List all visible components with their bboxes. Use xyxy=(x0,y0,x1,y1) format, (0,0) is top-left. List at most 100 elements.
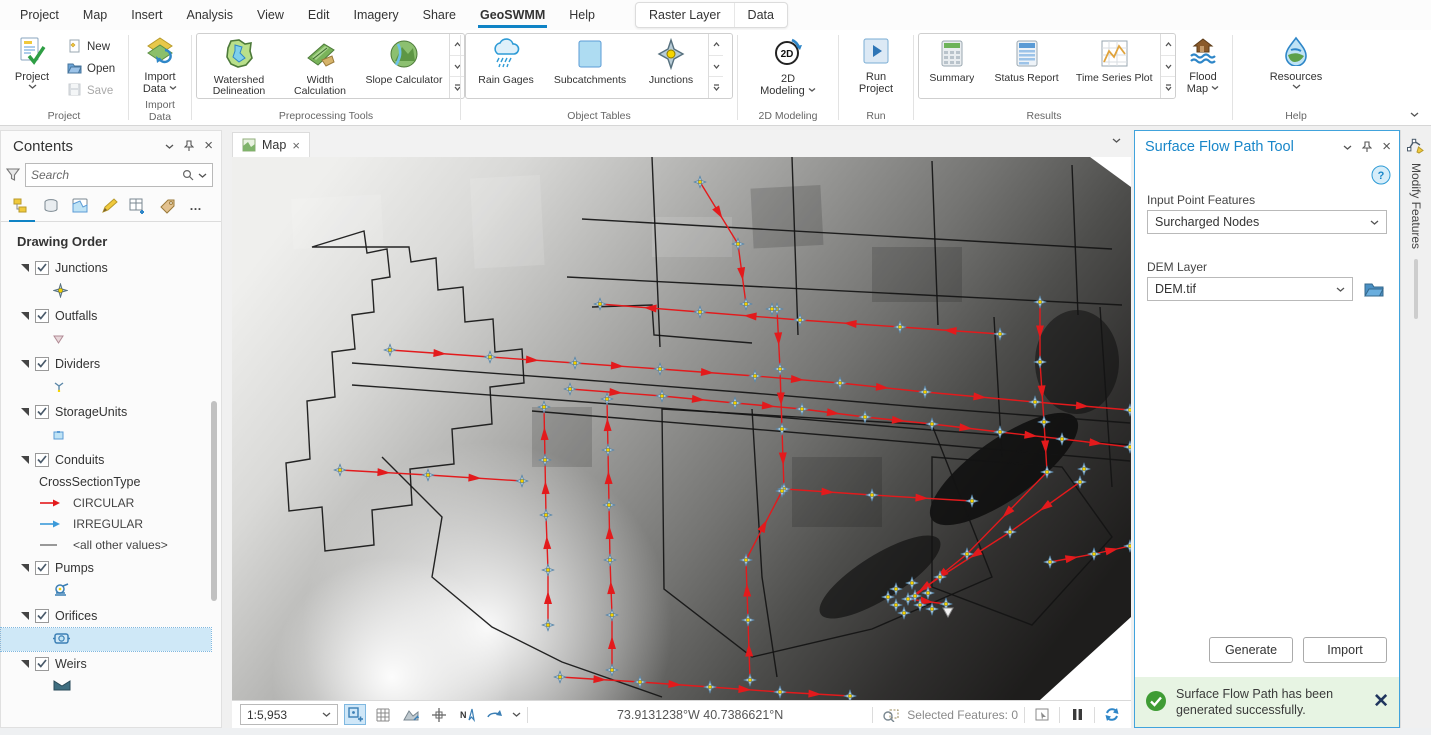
generate-button[interactable]: Generate xyxy=(1209,637,1293,663)
layer-checkbox[interactable] xyxy=(35,453,49,467)
import-data-button[interactable]: ImportData xyxy=(133,33,187,98)
gallery-up-button[interactable] xyxy=(709,34,723,56)
run-project-button[interactable]: RunProject xyxy=(848,33,904,98)
expander-icon[interactable] xyxy=(21,360,29,368)
rotate-tool[interactable] xyxy=(484,704,506,725)
layer-weirs[interactable]: Weirs xyxy=(1,651,221,676)
menu-analysis[interactable]: Analysis xyxy=(175,2,246,28)
snapping-toggle[interactable] xyxy=(344,704,366,725)
open-button[interactable]: Open xyxy=(62,58,120,80)
add-table-icon[interactable] xyxy=(127,196,149,216)
panel-menu-chevron-icon[interactable] xyxy=(165,143,174,150)
tab-data[interactable]: Data xyxy=(734,3,787,27)
legend-other-values[interactable]: <all other values> xyxy=(1,534,221,555)
layer-conduits[interactable]: Conduits xyxy=(1,447,221,472)
layer-pumps[interactable]: Pumps xyxy=(1,555,221,580)
edit-pencil-icon[interactable] xyxy=(98,196,120,216)
gallery-expand-button[interactable] xyxy=(709,77,723,98)
data-source-icon[interactable] xyxy=(40,196,62,216)
tab-raster-layer[interactable]: Raster Layer xyxy=(636,3,734,27)
search-input[interactable] xyxy=(31,168,178,182)
expander-icon[interactable] xyxy=(21,408,29,416)
status-report-button[interactable]: Status Report xyxy=(985,34,1069,98)
scale-selector[interactable]: 1:5,953 xyxy=(240,704,338,725)
legend-circular[interactable]: CIRCULAR xyxy=(1,492,221,513)
divider-symbol-icon[interactable] xyxy=(53,381,65,395)
label-tag-icon[interactable] xyxy=(156,196,178,216)
select-features-icon[interactable] xyxy=(879,704,901,725)
crosshair-icon[interactable] xyxy=(428,704,450,725)
pin-icon[interactable] xyxy=(1362,141,1372,153)
gallery-down-button[interactable] xyxy=(709,56,723,78)
panel-menu-chevron-icon[interactable] xyxy=(1343,144,1352,151)
gallery-down-button[interactable] xyxy=(1161,56,1175,78)
menu-view[interactable]: View xyxy=(245,2,296,28)
menu-edit[interactable]: Edit xyxy=(296,2,342,28)
outfall-symbol-icon[interactable] xyxy=(53,333,64,347)
modify-features-tab[interactable]: Modify Features xyxy=(1409,163,1423,249)
watershed-delineation-button[interactable]: Watershed Delineation xyxy=(197,34,281,98)
orifice-symbol-row-selected[interactable] xyxy=(1,628,211,651)
expander-icon[interactable] xyxy=(21,312,29,320)
expander-icon[interactable] xyxy=(21,660,29,668)
pause-drawing-button[interactable] xyxy=(1066,704,1088,725)
close-tab-icon[interactable]: × xyxy=(292,138,300,153)
summary-button[interactable]: Summary xyxy=(919,34,985,98)
layer-checkbox[interactable] xyxy=(35,657,49,671)
slope-calculator-button[interactable]: Slope Calculator xyxy=(359,34,449,98)
close-icon[interactable]: × xyxy=(1382,141,1391,153)
layer-checkbox[interactable] xyxy=(35,405,49,419)
list-by-drawing-order-icon[interactable] xyxy=(11,196,33,216)
time-series-plot-button[interactable]: Time Series Plot xyxy=(1068,34,1160,98)
contents-scrollbar[interactable] xyxy=(208,251,220,725)
menu-share[interactable]: Share xyxy=(411,2,468,28)
junction-symbol-icon[interactable] xyxy=(53,283,68,301)
layer-checkbox[interactable] xyxy=(35,561,49,575)
tab-list-chevron-icon[interactable] xyxy=(1112,137,1121,144)
layer-checkbox[interactable] xyxy=(35,609,49,623)
help-icon[interactable]: ? xyxy=(1371,165,1391,188)
dem-layer-select[interactable]: DEM.tif xyxy=(1147,277,1353,301)
new-button[interactable]: New xyxy=(62,36,120,58)
search-options-chevron-icon[interactable] xyxy=(198,172,207,179)
import-button[interactable]: Import xyxy=(1303,637,1387,663)
rain-gages-button[interactable]: Rain Gages xyxy=(466,34,546,98)
menu-geoswmm[interactable]: GeoSWMM xyxy=(468,2,557,28)
pump-symbol-icon[interactable] xyxy=(53,583,70,600)
elevation-surface-toggle[interactable] xyxy=(400,704,422,725)
menu-insert[interactable]: Insert xyxy=(119,2,174,28)
expander-icon[interactable] xyxy=(21,564,29,572)
grid-toggle[interactable] xyxy=(372,704,394,725)
notification-close-icon[interactable]: ✕ xyxy=(1373,693,1389,711)
junctions-button[interactable]: Junctions xyxy=(634,34,708,98)
project-button[interactable]: Project xyxy=(4,33,60,93)
nav-options-chevron-icon[interactable] xyxy=(512,711,521,718)
layer-storage-units[interactable]: StorageUnits xyxy=(1,399,221,424)
resources-button[interactable]: Resources xyxy=(1268,33,1324,93)
layer-junctions[interactable]: Junctions xyxy=(1,255,221,280)
layer-outfalls[interactable]: Outfalls xyxy=(1,303,221,328)
save-button[interactable]: Save xyxy=(62,80,120,102)
north-arrow-icon[interactable]: N xyxy=(456,704,478,725)
expander-icon[interactable] xyxy=(21,456,29,464)
layer-dividers[interactable]: Dividers xyxy=(1,351,221,376)
close-icon[interactable]: × xyxy=(204,140,213,152)
menu-project[interactable]: Project xyxy=(8,2,71,28)
gallery-expand-button[interactable] xyxy=(1161,77,1175,98)
layer-checkbox[interactable] xyxy=(35,357,49,371)
menu-map[interactable]: Map xyxy=(71,2,119,28)
expander-icon[interactable] xyxy=(21,264,29,272)
selection-box-icon[interactable] xyxy=(1031,704,1053,725)
subcatchments-button[interactable]: Subcatchments xyxy=(546,34,634,98)
filter-icon[interactable] xyxy=(5,168,21,182)
2d-modeling-button[interactable]: 2D 2DModeling xyxy=(752,33,824,100)
menu-imagery[interactable]: Imagery xyxy=(341,2,410,28)
more-options-icon[interactable]: … xyxy=(185,196,207,216)
selection-layers-icon[interactable] xyxy=(69,196,91,216)
menu-help[interactable]: Help xyxy=(557,2,607,28)
map-canvas[interactable] xyxy=(232,157,1131,700)
width-calculation-button[interactable]: Width Calculation xyxy=(281,34,359,98)
browse-folder-button[interactable] xyxy=(1361,277,1387,301)
input-point-features-select[interactable]: Surcharged Nodes xyxy=(1147,210,1387,234)
map-tab[interactable]: Map × xyxy=(232,132,310,157)
